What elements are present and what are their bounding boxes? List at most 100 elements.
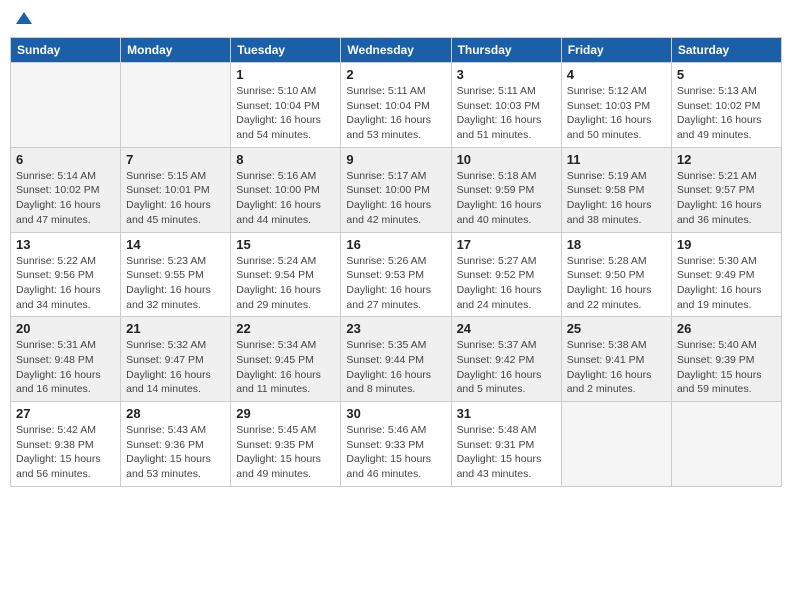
day-number: 31 bbox=[457, 406, 556, 421]
day-number: 27 bbox=[16, 406, 115, 421]
calendar-cell: 26 Sunrise: 5:40 AM Sunset: 9:39 PM Dayli… bbox=[671, 317, 781, 402]
day-header-thursday: Thursday bbox=[451, 38, 561, 63]
day-info: Sunrise: 5:38 AM Sunset: 9:41 PM Dayligh… bbox=[567, 338, 666, 397]
calendar-cell: 9 Sunrise: 5:17 AM Sunset: 10:00 PM Dayli… bbox=[341, 147, 451, 232]
calendar-cell: 12 Sunrise: 5:21 AM Sunset: 9:57 PM Dayli… bbox=[671, 147, 781, 232]
calendar-cell: 23Sunrise: 5:35 AM Sunset: 9:44 PM Dayli… bbox=[341, 317, 451, 402]
day-info: Sunrise: 5:19 AM Sunset: 9:58 PM Dayligh… bbox=[567, 169, 666, 228]
calendar-week-row: 6 Sunrise: 5:14 AM Sunset: 10:02 PM Dayli… bbox=[11, 147, 782, 232]
day-number: 19 bbox=[677, 237, 776, 252]
day-number: 20 bbox=[16, 321, 115, 336]
calendar-cell: 29 Sunrise: 5:45 AM Sunset: 9:35 PM Dayli… bbox=[231, 402, 341, 487]
day-number: 26 bbox=[677, 321, 776, 336]
calendar-cell: 4 Sunrise: 5:12 AM Sunset: 10:03 PM Dayli… bbox=[561, 63, 671, 148]
calendar-cell bbox=[121, 63, 231, 148]
day-info: Sunrise: 5:18 AM Sunset: 9:59 PM Dayligh… bbox=[457, 169, 556, 228]
day-info: Sunrise: 5:34 AM Sunset: 9:45 PM Dayligh… bbox=[236, 338, 335, 397]
day-number: 30 bbox=[346, 406, 445, 421]
day-number: 23 bbox=[346, 321, 445, 336]
calendar-cell: 7 Sunrise: 5:15 AM Sunset: 10:01 PM Dayli… bbox=[121, 147, 231, 232]
calendar-cell: 17Sunrise: 5:27 AM Sunset: 9:52 PM Dayli… bbox=[451, 232, 561, 317]
calendar-cell: 28 Sunrise: 5:43 AM Sunset: 9:36 PM Dayli… bbox=[121, 402, 231, 487]
day-number: 21 bbox=[126, 321, 225, 336]
calendar-cell: 1 Sunrise: 5:10 AM Sunset: 10:04 PM Dayli… bbox=[231, 63, 341, 148]
day-number: 7 bbox=[126, 152, 225, 167]
day-info: Sunrise: 5:11 AM Sunset: 10:03 PM Daylig… bbox=[457, 84, 556, 143]
calendar-cell: 13 Sunrise: 5:22 AM Sunset: 9:56 PM Dayli… bbox=[11, 232, 121, 317]
calendar-week-row: 27 Sunrise: 5:42 AM Sunset: 9:38 PM Dayli… bbox=[11, 402, 782, 487]
day-info: Sunrise: 5:13 AM Sunset: 10:02 PM Daylig… bbox=[677, 84, 776, 143]
logo-icon bbox=[16, 10, 32, 26]
day-number: 16 bbox=[346, 237, 445, 252]
calendar-cell: 24 Sunrise: 5:37 AM Sunset: 9:42 PM Dayli… bbox=[451, 317, 561, 402]
calendar-cell: 15 Sunrise: 5:24 AM Sunset: 9:54 PM Dayli… bbox=[231, 232, 341, 317]
day-number: 29 bbox=[236, 406, 335, 421]
day-info: Sunrise: 5:16 AM Sunset: 10:00 PM Daylig… bbox=[236, 169, 335, 228]
day-info: Sunrise: 5:17 AM Sunset: 10:00 PM Daylig… bbox=[346, 169, 445, 228]
day-number: 15 bbox=[236, 237, 335, 252]
day-number: 1 bbox=[236, 67, 335, 82]
day-info: Sunrise: 5:31 AM Sunset: 9:48 PM Dayligh… bbox=[16, 338, 115, 397]
day-number: 25 bbox=[567, 321, 666, 336]
calendar-week-row: 1 Sunrise: 5:10 AM Sunset: 10:04 PM Dayli… bbox=[11, 63, 782, 148]
day-info: Sunrise: 5:14 AM Sunset: 10:02 PM Daylig… bbox=[16, 169, 115, 228]
day-number: 5 bbox=[677, 67, 776, 82]
day-info: Sunrise: 5:24 AM Sunset: 9:54 PM Dayligh… bbox=[236, 254, 335, 313]
day-info: Sunrise: 5:45 AM Sunset: 9:35 PM Dayligh… bbox=[236, 423, 335, 482]
calendar-cell bbox=[671, 402, 781, 487]
calendar-cell: 30Sunrise: 5:46 AM Sunset: 9:33 PM Dayli… bbox=[341, 402, 451, 487]
calendar-cell: 20 Sunrise: 5:31 AM Sunset: 9:48 PM Dayli… bbox=[11, 317, 121, 402]
day-number: 2 bbox=[346, 67, 445, 82]
day-header-monday: Monday bbox=[121, 38, 231, 63]
day-info: Sunrise: 5:15 AM Sunset: 10:01 PM Daylig… bbox=[126, 169, 225, 228]
day-number: 10 bbox=[457, 152, 556, 167]
day-header-friday: Friday bbox=[561, 38, 671, 63]
calendar-cell: 16Sunrise: 5:26 AM Sunset: 9:53 PM Dayli… bbox=[341, 232, 451, 317]
calendar-cell: 19 Sunrise: 5:30 AM Sunset: 9:49 PM Dayli… bbox=[671, 232, 781, 317]
day-number: 4 bbox=[567, 67, 666, 82]
day-number: 18 bbox=[567, 237, 666, 252]
day-number: 11 bbox=[567, 152, 666, 167]
day-number: 13 bbox=[16, 237, 115, 252]
day-number: 24 bbox=[457, 321, 556, 336]
calendar-cell: 11 Sunrise: 5:19 AM Sunset: 9:58 PM Dayli… bbox=[561, 147, 671, 232]
day-number: 22 bbox=[236, 321, 335, 336]
day-number: 17 bbox=[457, 237, 556, 252]
day-header-sunday: Sunday bbox=[11, 38, 121, 63]
logo bbox=[14, 10, 32, 31]
day-header-wednesday: Wednesday bbox=[341, 38, 451, 63]
calendar-cell: 21 Sunrise: 5:32 AM Sunset: 9:47 PM Dayli… bbox=[121, 317, 231, 402]
day-info: Sunrise: 5:10 AM Sunset: 10:04 PM Daylig… bbox=[236, 84, 335, 143]
day-info: Sunrise: 5:32 AM Sunset: 9:47 PM Dayligh… bbox=[126, 338, 225, 397]
calendar-cell: 2Sunrise: 5:11 AM Sunset: 10:04 PM Dayli… bbox=[341, 63, 451, 148]
calendar-cell: 8Sunrise: 5:16 AM Sunset: 10:00 PM Dayli… bbox=[231, 147, 341, 232]
day-number: 9 bbox=[346, 152, 445, 167]
day-info: Sunrise: 5:42 AM Sunset: 9:38 PM Dayligh… bbox=[16, 423, 115, 482]
calendar-week-row: 20 Sunrise: 5:31 AM Sunset: 9:48 PM Dayli… bbox=[11, 317, 782, 402]
calendar-cell: 10 Sunrise: 5:18 AM Sunset: 9:59 PM Dayli… bbox=[451, 147, 561, 232]
calendar-cell: 5 Sunrise: 5:13 AM Sunset: 10:02 PM Dayli… bbox=[671, 63, 781, 148]
calendar-cell: 25 Sunrise: 5:38 AM Sunset: 9:41 PM Dayli… bbox=[561, 317, 671, 402]
calendar-cell: 18Sunrise: 5:28 AM Sunset: 9:50 PM Dayli… bbox=[561, 232, 671, 317]
calendar-cell: 22 Sunrise: 5:34 AM Sunset: 9:45 PM Dayli… bbox=[231, 317, 341, 402]
calendar-cell: 3Sunrise: 5:11 AM Sunset: 10:03 PM Dayli… bbox=[451, 63, 561, 148]
calendar-cell: 6 Sunrise: 5:14 AM Sunset: 10:02 PM Dayli… bbox=[11, 147, 121, 232]
header bbox=[10, 10, 782, 31]
day-info: Sunrise: 5:40 AM Sunset: 9:39 PM Dayligh… bbox=[677, 338, 776, 397]
calendar-cell: 14Sunrise: 5:23 AM Sunset: 9:55 PM Dayli… bbox=[121, 232, 231, 317]
day-info: Sunrise: 5:43 AM Sunset: 9:36 PM Dayligh… bbox=[126, 423, 225, 482]
calendar-week-row: 13 Sunrise: 5:22 AM Sunset: 9:56 PM Dayli… bbox=[11, 232, 782, 317]
calendar: SundayMondayTuesdayWednesdayThursdayFrid… bbox=[10, 37, 782, 487]
day-number: 12 bbox=[677, 152, 776, 167]
day-number: 28 bbox=[126, 406, 225, 421]
day-info: Sunrise: 5:21 AM Sunset: 9:57 PM Dayligh… bbox=[677, 169, 776, 228]
day-number: 6 bbox=[16, 152, 115, 167]
day-info: Sunrise: 5:23 AM Sunset: 9:55 PM Dayligh… bbox=[126, 254, 225, 313]
day-info: Sunrise: 5:30 AM Sunset: 9:49 PM Dayligh… bbox=[677, 254, 776, 313]
day-info: Sunrise: 5:12 AM Sunset: 10:03 PM Daylig… bbox=[567, 84, 666, 143]
calendar-cell: 27 Sunrise: 5:42 AM Sunset: 9:38 PM Dayli… bbox=[11, 402, 121, 487]
day-info: Sunrise: 5:22 AM Sunset: 9:56 PM Dayligh… bbox=[16, 254, 115, 313]
calendar-cell bbox=[561, 402, 671, 487]
day-header-saturday: Saturday bbox=[671, 38, 781, 63]
day-info: Sunrise: 5:37 AM Sunset: 9:42 PM Dayligh… bbox=[457, 338, 556, 397]
